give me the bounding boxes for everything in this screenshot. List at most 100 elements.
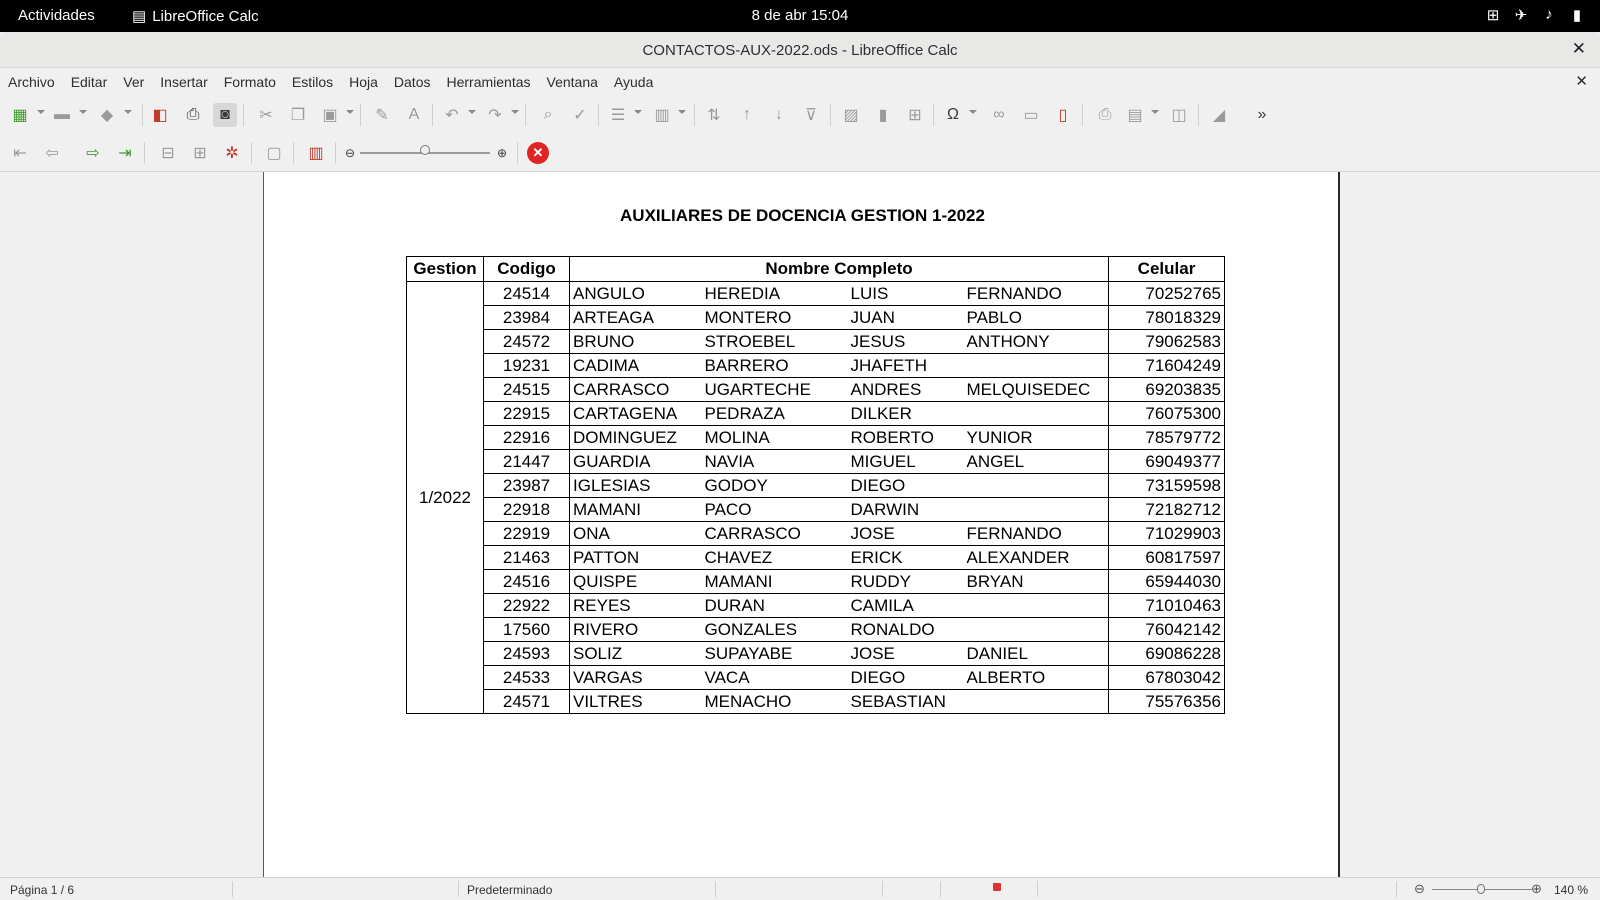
system-tray[interactable]: ⊞ ✈ ♪ ▮: [1484, 6, 1586, 24]
close-preview-icon[interactable]: ✕: [527, 142, 549, 164]
menu-ventana[interactable]: Ventana: [539, 74, 606, 90]
last-page-icon[interactable]: ⇥: [113, 141, 137, 165]
toolbar-separator: [335, 142, 336, 164]
row-icon[interactable]: ☰: [606, 103, 630, 127]
cell-segundo-nombre: ANTHONY: [963, 329, 1109, 354]
volume-icon[interactable]: ♪: [1540, 6, 1558, 24]
hyperlink-icon[interactable]: ∞: [987, 103, 1011, 127]
column-dropdown-icon[interactable]: [678, 110, 686, 114]
menu-ayuda[interactable]: Ayuda: [606, 74, 661, 90]
clear-formatting-icon[interactable]: A: [402, 103, 426, 127]
table-row: 22915 CARTAGENA PEDRAZA DILKER 76075300: [407, 401, 1225, 426]
menu-editar[interactable]: Editar: [63, 74, 116, 90]
menu-hoja[interactable]: Hoja: [341, 74, 386, 90]
define-print-area-icon[interactable]: ⎙: [1093, 103, 1117, 127]
save-dropdown-icon[interactable]: [124, 110, 132, 114]
cell-primer-nombre: JESUS: [847, 329, 964, 354]
app-menu[interactable]: ▤ LibreOffice Calc: [132, 7, 259, 26]
row-dropdown-icon[interactable]: [634, 110, 642, 114]
table-row: 1/2022 24514 ANGULO HEREDIA LUIS FERNANDO 7025…: [406, 281, 1225, 714]
page-format-icon[interactable]: ▢: [262, 141, 286, 165]
clone-formatting-icon[interactable]: ✎: [370, 103, 394, 127]
more-tools-icon[interactable]: »: [1250, 103, 1274, 127]
print-icon[interactable]: ⎙: [181, 103, 205, 127]
spelling-icon[interactable]: ✓: [568, 103, 592, 127]
autofilter-icon[interactable]: ⊽: [799, 103, 823, 127]
status-divider: [1037, 881, 1038, 897]
print-preview-icon[interactable]: ◙: [213, 103, 237, 127]
zoom-slider-thumb[interactable]: [420, 145, 430, 155]
toolbar-separator: [243, 104, 244, 126]
menu-datos[interactable]: Datos: [386, 74, 439, 90]
header-celular: Celular: [1108, 256, 1225, 282]
close-document-icon[interactable]: ✕: [1575, 72, 1588, 90]
activities-button[interactable]: Actividades: [18, 7, 95, 24]
special-character-icon[interactable]: Ω: [941, 103, 965, 127]
menu-ver[interactable]: Ver: [115, 74, 152, 90]
new-dropdown-icon[interactable]: [37, 110, 45, 114]
airplane-icon[interactable]: ✈: [1512, 6, 1530, 24]
zoom-level[interactable]: 140 %: [1554, 883, 1588, 897]
sort-icon[interactable]: ⇅: [702, 103, 726, 127]
freeze-dropdown-icon[interactable]: [1151, 110, 1159, 114]
cut-icon[interactable]: ✂: [254, 103, 278, 127]
column-icon[interactable]: ▥: [650, 103, 674, 127]
status-zoom-in-icon[interactable]: ⊕: [1531, 881, 1542, 897]
headers-footers-icon[interactable]: ▯: [1051, 103, 1075, 127]
status-zoom-out-icon[interactable]: ⊖: [1414, 881, 1425, 897]
zoom-out-icon[interactable]: ⊟: [156, 141, 180, 165]
draw-functions-icon[interactable]: ◢: [1207, 103, 1231, 127]
menu-archivo[interactable]: Archivo: [0, 74, 63, 90]
insert-chart-icon[interactable]: ▮: [871, 103, 895, 127]
undo-dropdown-icon[interactable]: [468, 110, 476, 114]
clock-label[interactable]: 8 de abr 15:04: [752, 7, 849, 24]
battery-icon[interactable]: ▮: [1568, 6, 1586, 24]
undo-icon[interactable]: ↶: [440, 103, 464, 127]
page-style[interactable]: Predeterminado: [467, 883, 552, 897]
margins-icon[interactable]: ▥: [304, 141, 328, 165]
open-folder-icon[interactable]: ▬: [50, 103, 74, 127]
split-window-icon[interactable]: ◫: [1167, 103, 1191, 127]
table-header-row: Gestion Codigo Nombre Completo Celular: [406, 256, 1225, 282]
previous-page-icon[interactable]: ⇦: [40, 141, 64, 165]
redo-dropdown-icon[interactable]: [511, 110, 519, 114]
cell-codigo: 24572: [483, 329, 570, 354]
table-row: 23987 IGLESIAS GODOY DIEGO 73159598: [407, 473, 1225, 498]
cell-primer-nombre: RUDDY: [847, 569, 964, 594]
insert-image-icon[interactable]: ▨: [839, 103, 863, 127]
zoom-minus-icon[interactable]: ⊖: [338, 141, 362, 165]
menu-formato[interactable]: Formato: [216, 74, 284, 90]
new-spreadsheet-icon[interactable]: ▦: [8, 103, 32, 127]
cell-celular: 75576356: [1108, 689, 1225, 714]
special-character-dropdown-icon[interactable]: [969, 110, 977, 114]
sort-descending-icon[interactable]: ↓: [767, 103, 791, 127]
first-page-icon[interactable]: ⇤: [8, 141, 32, 165]
pivot-table-icon[interactable]: ⊞: [903, 103, 927, 127]
next-page-icon[interactable]: ⇨: [81, 141, 105, 165]
network-icon[interactable]: ⊞: [1484, 6, 1502, 24]
paste-icon[interactable]: ▣: [318, 103, 342, 127]
window-close-icon[interactable]: ✕: [1572, 39, 1586, 59]
zoom-plus-icon[interactable]: ⊕: [490, 141, 514, 165]
window-title: CONTACTOS-AUX-2022.ods - LibreOffice Cal…: [642, 42, 958, 59]
save-icon[interactable]: ◆: [95, 103, 119, 127]
zoom-in-icon[interactable]: ⊞: [188, 141, 212, 165]
full-screen-icon[interactable]: ✲: [220, 141, 244, 165]
menu-herramientas[interactable]: Herramientas: [438, 74, 538, 90]
document-modified-icon[interactable]: [993, 883, 1001, 891]
paste-dropdown-icon[interactable]: [346, 110, 354, 114]
open-dropdown-icon[interactable]: [79, 110, 87, 114]
find-replace-icon[interactable]: ⌕: [536, 103, 560, 127]
cell-segundo-nombre: FERNANDO: [963, 281, 1109, 306]
redo-icon[interactable]: ↷: [483, 103, 507, 127]
status-zoom-thumb[interactable]: [1477, 884, 1485, 894]
page-indicator[interactable]: Página 1 / 6: [10, 883, 74, 897]
copy-icon[interactable]: ❐: [286, 103, 310, 127]
export-pdf-icon[interactable]: ◧: [148, 103, 172, 127]
status-divider: [940, 881, 941, 897]
menu-insertar[interactable]: Insertar: [152, 74, 215, 90]
comment-icon[interactable]: ▭: [1019, 103, 1043, 127]
freeze-rows-icon[interactable]: ▤: [1123, 103, 1147, 127]
sort-ascending-icon[interactable]: ↑: [735, 103, 759, 127]
menu-estilos[interactable]: Estilos: [284, 74, 341, 90]
